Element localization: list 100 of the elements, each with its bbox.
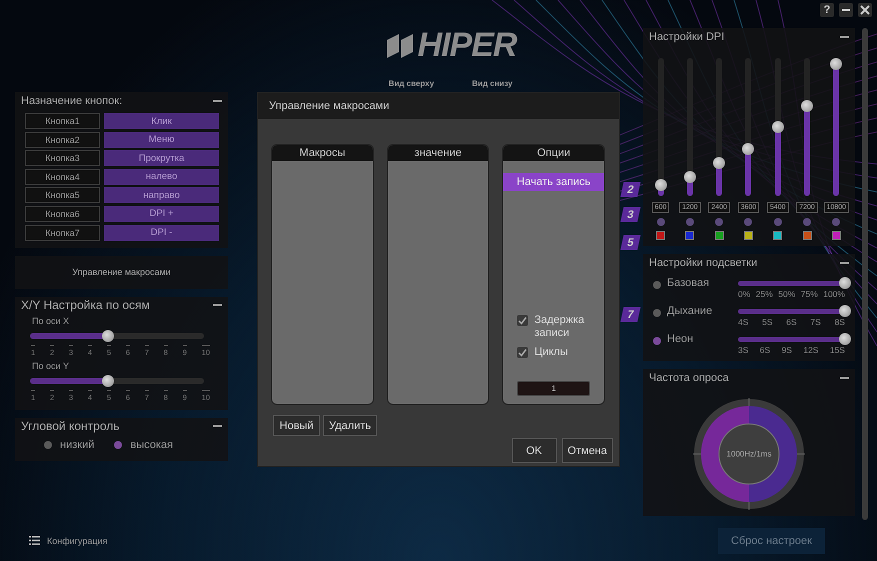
action-button[interactable]: DPI - (104, 224, 219, 241)
radio-dot[interactable] (653, 337, 661, 345)
list-action-button[interactable]: Удалить (323, 415, 377, 436)
view-tab[interactable]: Вид сверху (388, 79, 434, 88)
radio-dot[interactable] (715, 218, 724, 226)
tick-label: 0% (738, 289, 750, 299)
color-swatch[interactable] (714, 231, 724, 240)
reset-settings-button[interactable]: Сброс настроек (718, 528, 825, 554)
radio-label[interactable]: низкий (60, 438, 94, 451)
radio-label[interactable]: Базовая (667, 277, 738, 289)
checkbox-label[interactable]: Циклы (534, 346, 594, 359)
dpi-slider-thumb[interactable] (801, 100, 814, 112)
tick-label: 25% (756, 289, 773, 299)
color-swatch[interactable] (832, 231, 841, 240)
list-icon[interactable] (29, 536, 40, 545)
minimize-icon[interactable] (839, 3, 853, 17)
dpi-slider-thumb[interactable] (654, 178, 667, 191)
color-swatch[interactable] (685, 231, 694, 240)
color-swatch[interactable] (802, 231, 812, 240)
column-header: Опции (503, 145, 604, 161)
action-button[interactable]: DPI + (104, 206, 219, 222)
start-recording-button[interactable]: Начать запись (503, 173, 604, 191)
radio-dot[interactable] (653, 309, 661, 317)
dpi-slider-thumb[interactable] (713, 156, 726, 169)
mouse-button-label: Кнопка2 (25, 132, 100, 148)
profile-tab[interactable]: 7 (620, 307, 641, 322)
polling-dial-drawing[interactable] (693, 398, 805, 510)
slider-thumb[interactable] (102, 374, 114, 387)
action-button[interactable]: Меню (104, 132, 219, 148)
tick-label: 12S (803, 345, 818, 355)
tick-label: 50% (778, 289, 796, 299)
color-swatch[interactable] (656, 231, 666, 240)
action-button[interactable]: Прокрутка (104, 150, 219, 166)
dialog-button[interactable]: OK (512, 438, 557, 463)
color-swatch[interactable] (744, 231, 753, 240)
tick-label: 3S (738, 345, 748, 355)
profile-tab[interactable]: 3 (620, 207, 641, 222)
action-button[interactable]: налево (104, 168, 219, 185)
mouse-button-label: Кнопка7 (25, 224, 100, 241)
tick-label: 4S (738, 317, 748, 327)
action-button[interactable]: направо (104, 187, 219, 204)
radio-label[interactable]: Неон (667, 333, 738, 345)
slider-thumb[interactable] (839, 277, 851, 289)
view-tab[interactable]: Вид снизу (472, 79, 512, 88)
help-button[interactable]: ? (820, 3, 834, 17)
logo-icon (384, 32, 415, 60)
radio-dot[interactable] (744, 218, 752, 226)
close-icon[interactable] (858, 3, 872, 17)
dialog-title: Управление макросами (258, 93, 619, 119)
action-button[interactable]: Клик (104, 113, 219, 129)
profile-tab[interactable]: 5 (620, 235, 641, 250)
tick-label: 6S (786, 317, 797, 327)
slider-thumb[interactable] (102, 330, 114, 342)
axis-label: По оси Y (31, 360, 70, 371)
radio-dot[interactable] (653, 281, 661, 289)
column-header: значение (388, 145, 488, 161)
checkbox[interactable] (517, 347, 528, 358)
panel-title: Частота опроса (649, 372, 729, 384)
configuration-link[interactable]: Конфигурация (47, 536, 108, 546)
collapse-icon[interactable] (213, 425, 222, 428)
mouse-button-label: Кнопка4 (25, 168, 100, 185)
panel-title: Настройки подсветки (649, 256, 758, 268)
checkbox[interactable] (517, 315, 528, 326)
panel-title: Назначение кнопок: (21, 94, 122, 106)
tick-label: 100% (823, 289, 845, 299)
radio-dot[interactable] (114, 440, 122, 449)
radio-dot[interactable] (686, 218, 694, 226)
loop-count-field[interactable]: 1 (517, 381, 590, 396)
tick-label: 15S (830, 345, 845, 355)
dialog-button[interactable]: Отмена (562, 438, 613, 463)
tick-label: 75% (800, 289, 818, 299)
color-swatch[interactable] (773, 231, 782, 240)
radio-dot[interactable] (803, 218, 812, 226)
radio-label[interactable]: Дыхание (667, 305, 738, 317)
radio-dot[interactable] (832, 218, 840, 226)
checkbox-label[interactable]: Задержка записи (534, 314, 594, 340)
axis-label: По оси X (31, 316, 70, 326)
polling-rate-label: 1000Hz/1ms (726, 450, 772, 458)
tick-label: 5S (762, 317, 773, 327)
dpi-slider-thumb[interactable] (742, 143, 754, 156)
logo-text: HIPER (418, 26, 516, 65)
dpi-slider-thumb[interactable] (830, 58, 842, 70)
slider-thumb[interactable] (839, 305, 851, 317)
panel-title: Настройки DPI (649, 30, 724, 42)
macro-management-button[interactable]: Управление макросами (15, 256, 228, 289)
tick-label: 8S (834, 317, 845, 327)
profile-tab[interactable]: 2 (620, 182, 641, 197)
list-action-button[interactable]: Новый (273, 415, 320, 436)
collapse-icon[interactable] (213, 304, 222, 306)
scrollbar[interactable] (862, 28, 868, 520)
radio-dot[interactable] (44, 440, 52, 449)
radio-label[interactable]: высокая (130, 438, 173, 451)
slider-thumb[interactable] (839, 333, 851, 345)
tick-label: 6S (760, 345, 770, 355)
radio-dot[interactable] (774, 218, 782, 226)
panel-title: X/Y Настройка по осям (21, 298, 150, 312)
radio-dot[interactable] (656, 218, 665, 226)
tick-label: 9S (782, 345, 792, 355)
dpi-slider-thumb[interactable] (684, 171, 696, 184)
dpi-slider-thumb[interactable] (772, 121, 784, 133)
